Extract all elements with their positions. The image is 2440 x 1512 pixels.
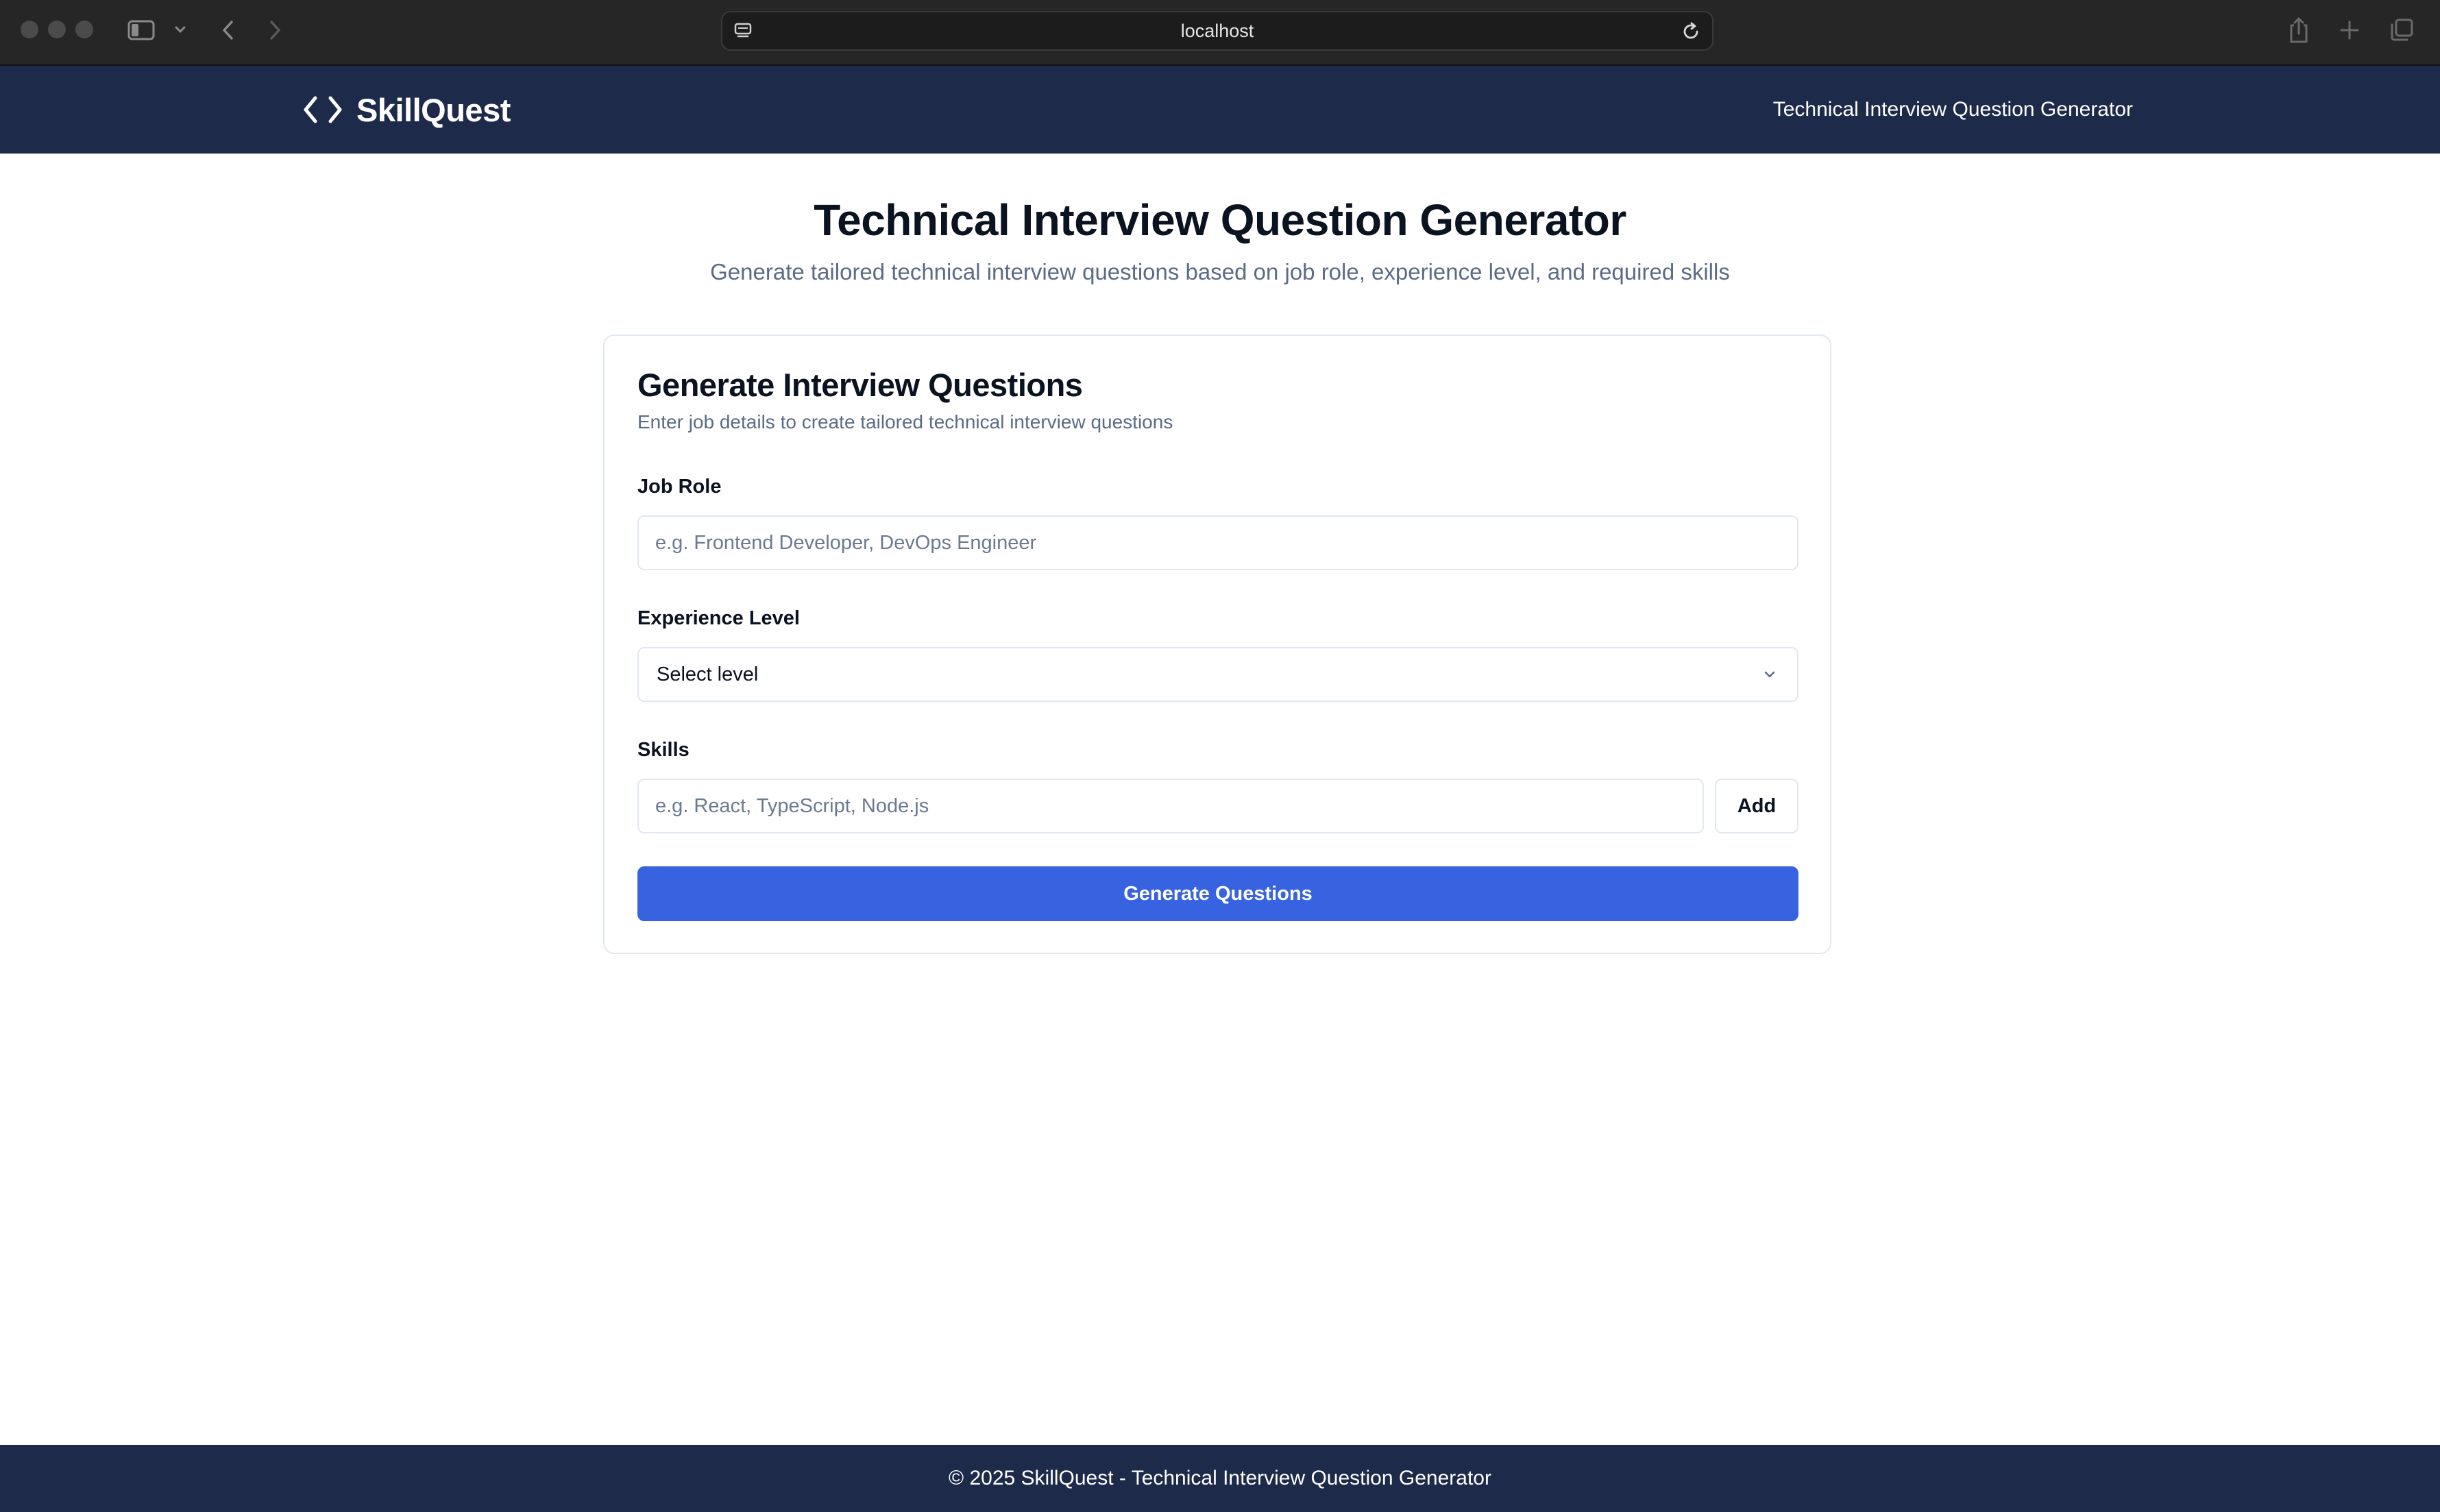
- question-form-card: Generate Interview Questions Enter job d…: [603, 334, 1831, 954]
- browser-toolbar: localhost: [0, 0, 2440, 66]
- job-role-input[interactable]: [639, 517, 1797, 569]
- card-description: Enter job details to create tailored tec…: [637, 411, 1173, 432]
- skills-input[interactable]: [639, 780, 1703, 832]
- page-title: Technical Interview Question Generator: [814, 195, 1626, 245]
- window-minimize-button[interactable]: [48, 21, 66, 38]
- brand-name: SkillQuest: [356, 91, 511, 128]
- sidebar-icon[interactable]: [127, 16, 155, 44]
- address-bar[interactable]: localhost: [721, 11, 1713, 51]
- back-arrow-icon[interactable]: [217, 16, 240, 44]
- generate-questions-button[interactable]: Generate Questions: [637, 866, 1798, 921]
- chevron-down-icon: [1760, 665, 1779, 684]
- footer-copyright: © 2025 SkillQuest - Technical Interview …: [949, 1467, 1491, 1489]
- chevron-down-icon[interactable]: [173, 22, 188, 37]
- card-title: Generate Interview Questions: [637, 367, 1083, 403]
- forward-arrow-icon[interactable]: [263, 16, 286, 44]
- window-close-button[interactable]: [21, 21, 38, 38]
- nav-link-generator[interactable]: Technical Interview Question Generator: [1773, 66, 2133, 154]
- brand-logo[interactable]: SkillQuest: [302, 66, 511, 154]
- job-role-field: [637, 515, 1798, 570]
- skills-label: Skills: [637, 739, 690, 761]
- skills-field: [637, 779, 1704, 833]
- app-header: SkillQuest Technical Interview Question …: [0, 66, 2440, 154]
- url-text[interactable]: localhost: [722, 12, 1712, 49]
- tabs-overview-icon[interactable]: [2388, 16, 2415, 44]
- job-role-label: Job Role: [637, 476, 722, 498]
- experience-level-label: Experience Level: [637, 607, 800, 629]
- share-icon[interactable]: [2286, 14, 2311, 47]
- page-subtitle: Generate tailored technical interview qu…: [710, 259, 1730, 284]
- experience-level-value: Select level: [657, 663, 759, 685]
- new-tab-icon[interactable]: [2337, 16, 2362, 44]
- add-skill-button[interactable]: Add: [1715, 779, 1798, 833]
- window-zoom-button[interactable]: [75, 21, 93, 38]
- code-brackets-icon: [302, 94, 344, 125]
- app-footer: © 2025 SkillQuest - Technical Interview …: [0, 1445, 2440, 1512]
- experience-level-select[interactable]: Select level: [637, 647, 1798, 702]
- reload-icon[interactable]: [1679, 20, 1703, 43]
